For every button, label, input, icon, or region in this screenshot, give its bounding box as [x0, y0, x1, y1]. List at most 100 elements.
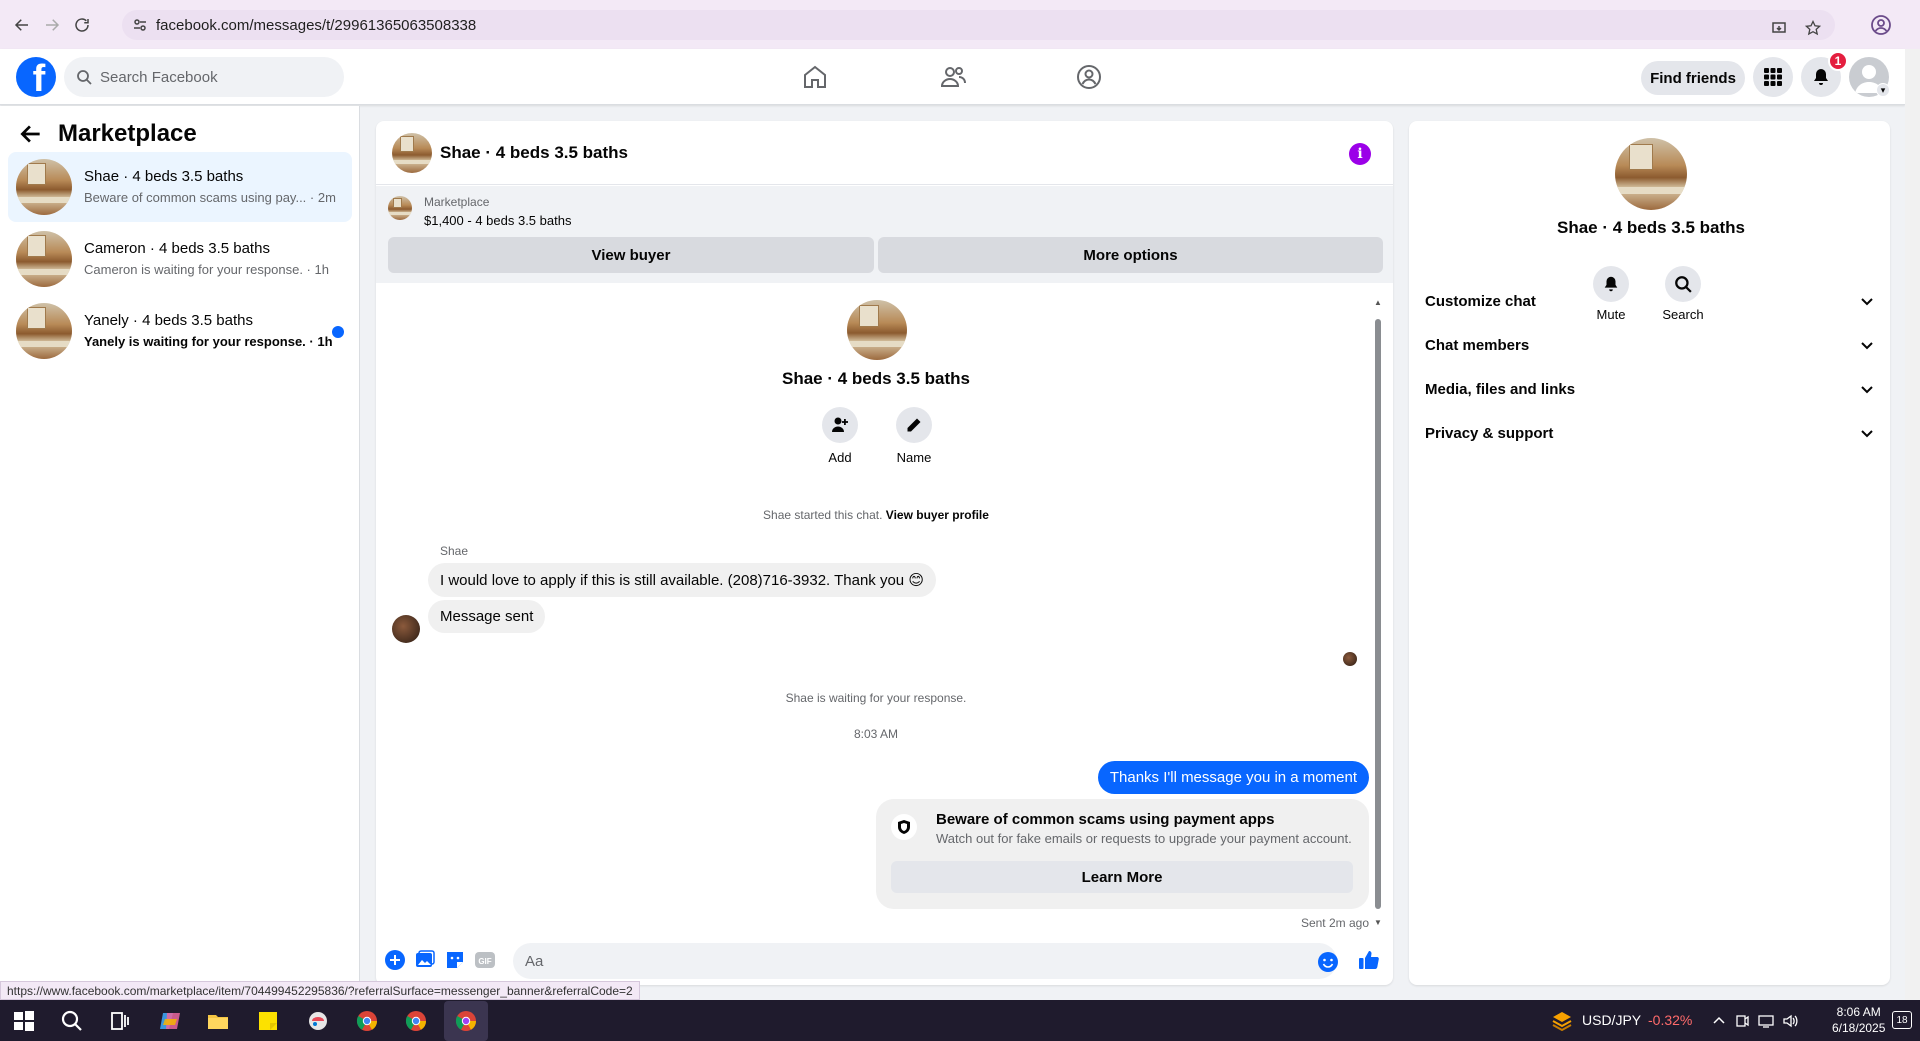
- learn-more-button[interactable]: Learn More: [891, 861, 1353, 893]
- gif-icon[interactable]: GIF: [474, 949, 496, 971]
- more-options-button[interactable]: More options: [878, 237, 1383, 273]
- view-buyer-button[interactable]: View buyer: [388, 237, 874, 273]
- reload-icon[interactable]: [67, 10, 97, 40]
- view-buyer-profile-link[interactable]: View buyer profile: [886, 508, 989, 522]
- emoji-icon[interactable]: [1317, 951, 1339, 973]
- message-timestamp: 8:03 AM: [853, 727, 899, 741]
- back-arrow-icon[interactable]: [18, 121, 44, 147]
- windows-start-icon[interactable]: [12, 1009, 36, 1033]
- conversation-preview: Beware of common scams using pay... · 2m: [84, 190, 336, 205]
- site-settings-icon[interactable]: [132, 17, 148, 33]
- photo-icon[interactable]: [414, 949, 436, 971]
- info-icon[interactable]: i: [1349, 143, 1371, 165]
- account-chevron-icon[interactable]: ▾: [1876, 83, 1890, 97]
- home-icon[interactable]: [801, 63, 829, 91]
- chat-started-notice: Shae started this chat. View buyer profi…: [376, 508, 1376, 522]
- menu-grid-icon[interactable]: [1753, 57, 1793, 97]
- media-files-links-section[interactable]: Media, files and links: [1425, 371, 1875, 407]
- section-label: Chat members: [1425, 336, 1530, 354]
- url-text: facebook.com/messages/t/2996136506350833…: [156, 16, 477, 34]
- privacy-support-section[interactable]: Privacy & support: [1425, 415, 1875, 451]
- install-app-icon[interactable]: [1769, 18, 1789, 38]
- shield-icon: [891, 814, 917, 840]
- link-status-bar: https://www.facebook.com/marketplace/ite…: [0, 981, 640, 1000]
- snipping-tool-icon[interactable]: [306, 1009, 330, 1033]
- sender-name: Shae: [440, 544, 469, 558]
- listing-thumbnail: [388, 196, 412, 220]
- back-icon[interactable]: [7, 10, 37, 40]
- outgoing-message[interactable]: Thanks I'll message you in a moment: [1097, 761, 1369, 794]
- facebook-header: f Search Facebook Find friends 1 ▾: [0, 49, 1905, 105]
- chat-profile-thumbnail: [847, 300, 907, 360]
- system-clock[interactable]: 8:06 AM 6/18/2025: [1832, 1004, 1885, 1036]
- conversation-item[interactable]: Yanely · 4 beds 3.5 baths Yanely is wait…: [8, 296, 352, 366]
- chrome-active-icon[interactable]: [454, 1009, 478, 1033]
- search-icon: [77, 70, 92, 85]
- bookmark-star-icon[interactable]: [1803, 18, 1823, 38]
- sender-avatar[interactable]: [392, 615, 420, 643]
- conversation-item[interactable]: Shae · 4 beds 3.5 baths Beware of common…: [8, 152, 352, 222]
- currency-ticker[interactable]: USD/JPY: [1582, 1012, 1641, 1028]
- edit-name-icon[interactable]: [896, 407, 932, 443]
- name-label: Name: [896, 450, 932, 465]
- groups-icon[interactable]: [1075, 63, 1103, 91]
- notification-badge: 1: [1828, 51, 1848, 71]
- browser-toolbar: facebook.com/messages/t/2996136506350833…: [0, 0, 1920, 49]
- section-label: Media, files and links: [1425, 380, 1576, 398]
- search-input[interactable]: Search Facebook: [64, 57, 344, 97]
- seen-indicator-avatar: [1343, 652, 1357, 666]
- network-icon[interactable]: [1758, 1013, 1774, 1029]
- currency-widget-icon[interactable]: [1550, 1009, 1574, 1033]
- taskbar-search-icon[interactable]: [60, 1009, 84, 1033]
- friends-icon[interactable]: [939, 63, 967, 91]
- forward-icon[interactable]: [37, 10, 67, 40]
- marketplace-banner: Marketplace $1,400 - 4 beds 3.5 baths Vi…: [376, 186, 1393, 283]
- customize-chat-section[interactable]: Customize chat: [1425, 283, 1875, 319]
- add-person-icon[interactable]: [822, 407, 858, 443]
- scroll-down-icon[interactable]: ▼: [1373, 919, 1383, 927]
- facebook-logo[interactable]: f: [16, 57, 56, 97]
- browser-profile-icon[interactable]: [1870, 14, 1892, 36]
- chevron-down-icon: [1861, 386, 1873, 394]
- incoming-message[interactable]: I would love to apply if this is still a…: [428, 563, 936, 597]
- copilot-icon[interactable]: [158, 1009, 182, 1033]
- conversation-title: Shae · 4 beds 3.5 baths: [84, 168, 244, 185]
- file-explorer-icon[interactable]: [206, 1009, 230, 1033]
- find-friends-button[interactable]: Find friends: [1641, 61, 1745, 95]
- section-label: Privacy & support: [1425, 424, 1554, 442]
- chat-members-section[interactable]: Chat members: [1425, 327, 1875, 363]
- sidebar-header: Marketplace: [18, 120, 197, 148]
- message-input[interactable]: Aa: [513, 943, 1337, 979]
- chrome-profile-icon[interactable]: [404, 1009, 428, 1033]
- hidden-icons-chevron-icon[interactable]: [1711, 1013, 1727, 1029]
- volume-icon[interactable]: [1782, 1013, 1798, 1029]
- conversation-item[interactable]: Cameron · 4 beds 3.5 baths Cameron is wa…: [8, 224, 352, 294]
- svg-text:GIF: GIF: [478, 957, 491, 966]
- listing-thumbnail: [16, 159, 72, 215]
- incoming-message[interactable]: Message sent: [428, 600, 546, 633]
- task-view-icon[interactable]: [108, 1009, 132, 1033]
- scam-warning-card: Beware of common scams using payment app…: [876, 799, 1369, 909]
- meet-now-icon[interactable]: [1734, 1013, 1750, 1029]
- chrome-icon[interactable]: [355, 1009, 379, 1033]
- sent-status: Sent 2m ago: [1300, 916, 1369, 930]
- waiting-notice: Shae is waiting for your response.: [785, 691, 967, 705]
- chat-thumbnail[interactable]: [392, 133, 432, 173]
- add-label: Add: [828, 450, 852, 465]
- started-text: Shae started this chat.: [763, 508, 883, 522]
- marketplace-label: Marketplace: [424, 195, 490, 209]
- address-bar[interactable]: facebook.com/messages/t/2996136506350833…: [122, 10, 1835, 40]
- plus-circle-icon[interactable]: [384, 949, 406, 971]
- like-thumb-icon[interactable]: [1358, 949, 1380, 971]
- chat-title[interactable]: Shae · 4 beds 3.5 baths: [440, 143, 628, 163]
- sticker-icon[interactable]: [444, 949, 466, 971]
- scroll-thumb[interactable]: [1375, 319, 1381, 909]
- listing-price[interactable]: $1,400 - 4 beds 3.5 baths: [424, 213, 571, 228]
- page-scrollbar[interactable]: [1905, 49, 1920, 1000]
- chat-scrollbar[interactable]: ▲ ▼: [1373, 299, 1383, 929]
- sticky-notes-icon[interactable]: [256, 1009, 280, 1033]
- clock-time: 8:06 AM: [1836, 1005, 1881, 1019]
- scroll-up-icon[interactable]: ▲: [1373, 299, 1383, 307]
- conversation-preview: Cameron is waiting for your response. · …: [84, 262, 329, 277]
- notification-center-icon[interactable]: 18: [1892, 1011, 1912, 1029]
